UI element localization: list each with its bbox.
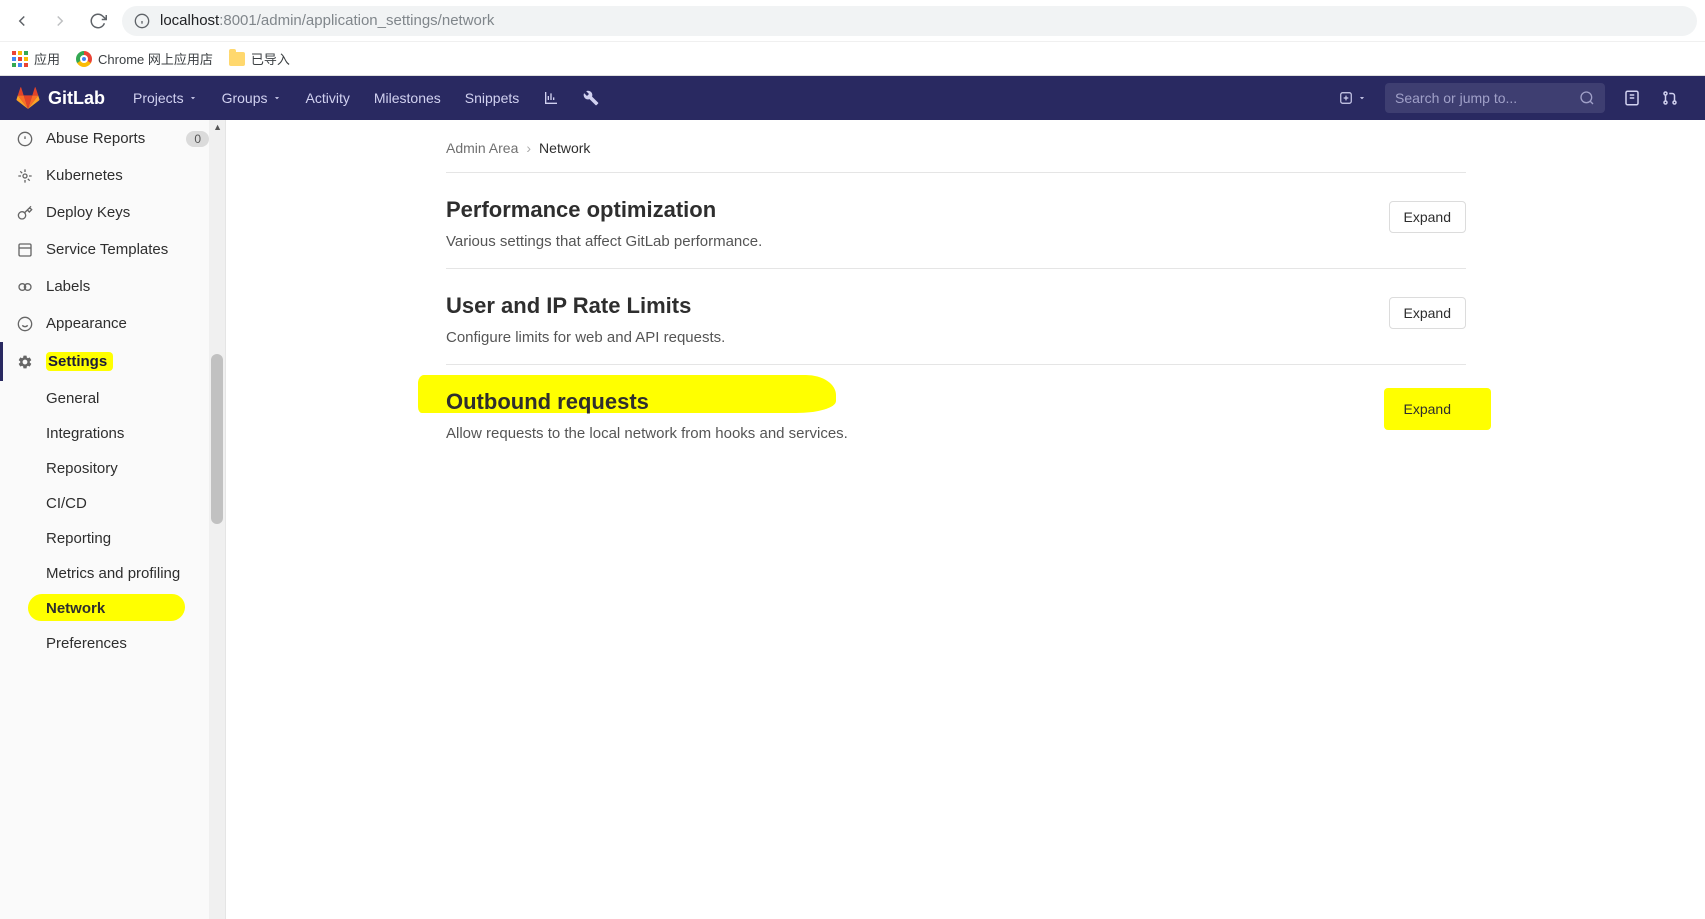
sidebar-item-service-templates[interactable]: Service Templates [0,231,225,268]
nav-groups[interactable]: Groups [212,82,292,114]
sidebar-sub-general[interactable]: General [46,381,225,416]
chevron-right-icon: › [526,140,531,156]
nav-snippets[interactable]: Snippets [455,82,529,114]
nav-projects[interactable]: Projects [123,82,208,114]
sidebar-sub-preferences[interactable]: Preferences [46,626,225,661]
sidebar-scrollbar[interactable] [209,120,225,919]
sidebar-sub-integrations[interactable]: Integrations [46,416,225,451]
sidebar-sub-cicd[interactable]: CI/CD [46,486,225,521]
section-description: Configure limits for web and API request… [446,329,725,346]
sidebar: ▲ Abuse Reports 0 Kubernetes Deploy Keys… [0,120,226,919]
apps-icon [12,51,28,67]
sidebar-item-label: Kubernetes [46,167,123,184]
breadcrumb-current: Network [539,140,590,156]
sidebar-item-appearance[interactable]: Appearance [0,305,225,342]
chevron-down-icon [272,93,282,103]
bookmarks-bar: 应用 Chrome 网上应用店 已导入 [0,41,1705,75]
sidebar-sub-repository[interactable]: Repository [46,451,225,486]
nav-admin-icon[interactable] [573,82,609,114]
search-icon [1579,90,1595,106]
breadcrumb-root[interactable]: Admin Area [446,140,518,156]
sidebar-item-label: Abuse Reports [46,130,145,147]
sidebar-item-label: Settings [46,352,113,371]
sidebar-sub-metrics[interactable]: Metrics and profiling [46,556,225,591]
sidebar-item-deploy-keys[interactable]: Deploy Keys [0,194,225,231]
section-description: Allow requests to the local network from… [446,425,848,442]
bookmark-webstore[interactable]: Chrome 网上应用店 [76,49,213,68]
plus-icon [1339,91,1353,105]
reload-button[interactable] [84,7,112,35]
key-icon [16,205,34,221]
section-title: User and IP Rate Limits [446,293,725,319]
gitlab-icon [16,86,40,110]
sidebar-item-abuse-reports[interactable]: Abuse Reports 0 [0,120,225,157]
kubernetes-icon [16,168,34,184]
sidebar-sub-network[interactable]: Network [46,591,225,626]
abuse-badge: 0 [186,131,209,147]
folder-icon [229,52,245,66]
main-content: Admin Area › Network Performance optimiz… [226,120,1705,919]
sidebar-sub-reporting[interactable]: Reporting [46,521,225,556]
warning-icon [16,131,34,147]
nav-issues-icon[interactable] [1613,83,1651,113]
chevron-down-icon [188,93,198,103]
global-search[interactable] [1385,83,1605,113]
expand-button[interactable]: Expand [1389,393,1466,425]
chevron-down-icon [1357,93,1367,103]
app-body: ▲ Abuse Reports 0 Kubernetes Deploy Keys… [0,120,1705,919]
gitlab-brand-text: GitLab [48,88,105,109]
sidebar-item-label: Service Templates [46,241,168,258]
sidebar-item-kubernetes[interactable]: Kubernetes [0,157,225,194]
browser-chrome: localhost:8001/admin/application_setting… [0,0,1705,76]
section-outbound-requests: Outbound requests Allow requests to the … [446,365,1466,460]
nav-merge-requests-icon[interactable] [1651,83,1689,113]
labels-icon [16,279,34,295]
browser-toolbar: localhost:8001/admin/application_setting… [0,0,1705,41]
chrome-icon [76,51,92,67]
sidebar-item-label: Appearance [46,315,127,332]
nav-new-dropdown[interactable] [1329,85,1377,111]
appearance-icon [16,316,34,332]
nav-stats-icon[interactable] [533,82,569,114]
expand-button[interactable]: Expand [1389,201,1466,233]
gitlab-logo[interactable]: GitLab [16,86,105,110]
info-icon [134,13,150,29]
bookmark-apps[interactable]: 应用 [12,49,60,68]
back-button[interactable] [8,7,36,35]
search-input[interactable] [1395,90,1579,106]
section-title: Performance optimization [446,197,762,223]
address-bar[interactable]: localhost:8001/admin/application_setting… [122,6,1697,36]
nav-milestones[interactable]: Milestones [364,82,451,114]
sidebar-item-labels[interactable]: Labels [0,268,225,305]
gear-icon [16,354,34,370]
forward-button[interactable] [46,7,74,35]
section-rate-limits: User and IP Rate Limits Configure limits… [446,269,1466,365]
gitlab-navbar: GitLab Projects Groups Activity Mileston… [0,76,1705,120]
nav-activity[interactable]: Activity [296,82,360,114]
bookmark-imported[interactable]: 已导入 [229,49,290,68]
url-text: localhost:8001/admin/application_setting… [160,12,494,29]
breadcrumb: Admin Area › Network [446,136,1466,173]
section-title: Outbound requests [446,389,649,415]
scroll-up-icon[interactable]: ▲ [213,122,222,132]
nav-items: Projects Groups Activity Milestones Snip… [123,82,609,114]
section-performance: Performance optimization Various setting… [446,173,1466,269]
template-icon [16,242,34,258]
sidebar-settings-submenu: General Integrations Repository CI/CD Re… [0,381,225,661]
sidebar-item-label: Labels [46,278,90,295]
section-description: Various settings that affect GitLab perf… [446,233,762,250]
sidebar-item-settings[interactable]: Settings [0,342,225,381]
sidebar-item-label: Deploy Keys [46,204,130,221]
expand-button[interactable]: Expand [1389,297,1466,329]
